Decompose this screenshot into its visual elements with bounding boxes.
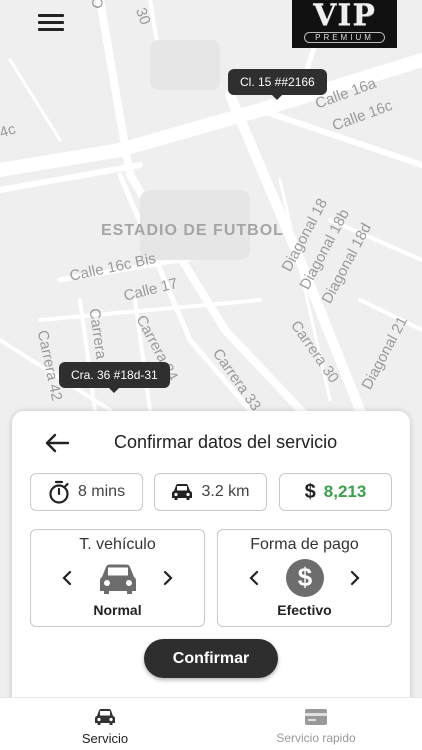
logo-main-text: VIP — [313, 0, 376, 33]
hamburger-icon-line — [38, 21, 64, 24]
card-header: Confirmar datos del servicio — [12, 429, 410, 457]
hamburger-icon-line — [38, 28, 64, 31]
trip-time-value: 8 mins — [77, 483, 126, 500]
chevron-left-icon[interactable] — [244, 567, 264, 589]
trip-price-stat: $ 8,213 — [279, 473, 392, 511]
nav-tab-label: Servicio — [81, 731, 129, 746]
cash-dollar-icon: $ — [285, 559, 324, 597]
destination-pin-label[interactable]: Cl. 15 ##2166 — [228, 69, 327, 100]
menu-button[interactable] — [38, 14, 64, 36]
bottom-navigation: Servicio Servicio rapido — [0, 697, 422, 750]
card-icon — [305, 709, 327, 725]
dollar-icon: $ — [304, 480, 316, 503]
service-confirmation-card: Confirmar datos del servicio 8 mins 3.2 … — [12, 411, 410, 711]
chevron-left-icon[interactable] — [57, 567, 77, 589]
map-label-landmark: ESTADIO DE FUTBOL — [101, 222, 284, 239]
vehicle-type-row — [31, 558, 204, 600]
stopwatch-icon — [49, 480, 69, 504]
card-title: Confirmar datos del servicio — [114, 432, 338, 452]
svg-text:$: $ — [297, 562, 312, 592]
vehicle-type-selector: T. vehículo Normal — [30, 529, 205, 627]
trip-distance-stat: 3.2 km — [154, 473, 267, 511]
trip-distance-value: 3.2 km — [201, 483, 250, 500]
back-button[interactable] — [44, 431, 70, 455]
payment-method-title: Forma de pago — [250, 536, 359, 553]
car-icon — [172, 484, 193, 500]
payment-method-selector: Forma de pago $ Efectivo — [217, 529, 392, 627]
payment-method-value: Efectivo — [277, 602, 332, 618]
nav-tab-servicio-rapido[interactable]: Servicio rapido — [266, 698, 366, 750]
arrow-left-icon — [45, 433, 70, 453]
logo-sub-text: PREMIUM — [304, 32, 385, 43]
car-icon — [95, 709, 115, 725]
car-icon — [99, 564, 136, 594]
trip-time-stat: 8 mins — [30, 473, 143, 511]
hamburger-icon — [38, 14, 64, 17]
vehicle-type-value: Normal — [93, 602, 142, 618]
nav-tab-servicio[interactable]: Servicio — [60, 698, 150, 750]
vip-premium-logo: VIP PREMIUM — [292, 0, 397, 48]
trip-price-value: 8,213 — [323, 482, 367, 501]
nav-tab-label: Servicio rapido — [276, 731, 356, 745]
chevron-right-icon[interactable] — [345, 567, 365, 589]
origin-pin-label[interactable]: Cra. 36 #18d-31 — [59, 362, 170, 393]
vehicle-type-title: T. vehículo — [79, 536, 156, 553]
confirm-button[interactable]: Confirmar — [144, 639, 278, 678]
chevron-right-icon[interactable] — [158, 567, 178, 589]
payment-method-row: $ — [218, 558, 391, 600]
